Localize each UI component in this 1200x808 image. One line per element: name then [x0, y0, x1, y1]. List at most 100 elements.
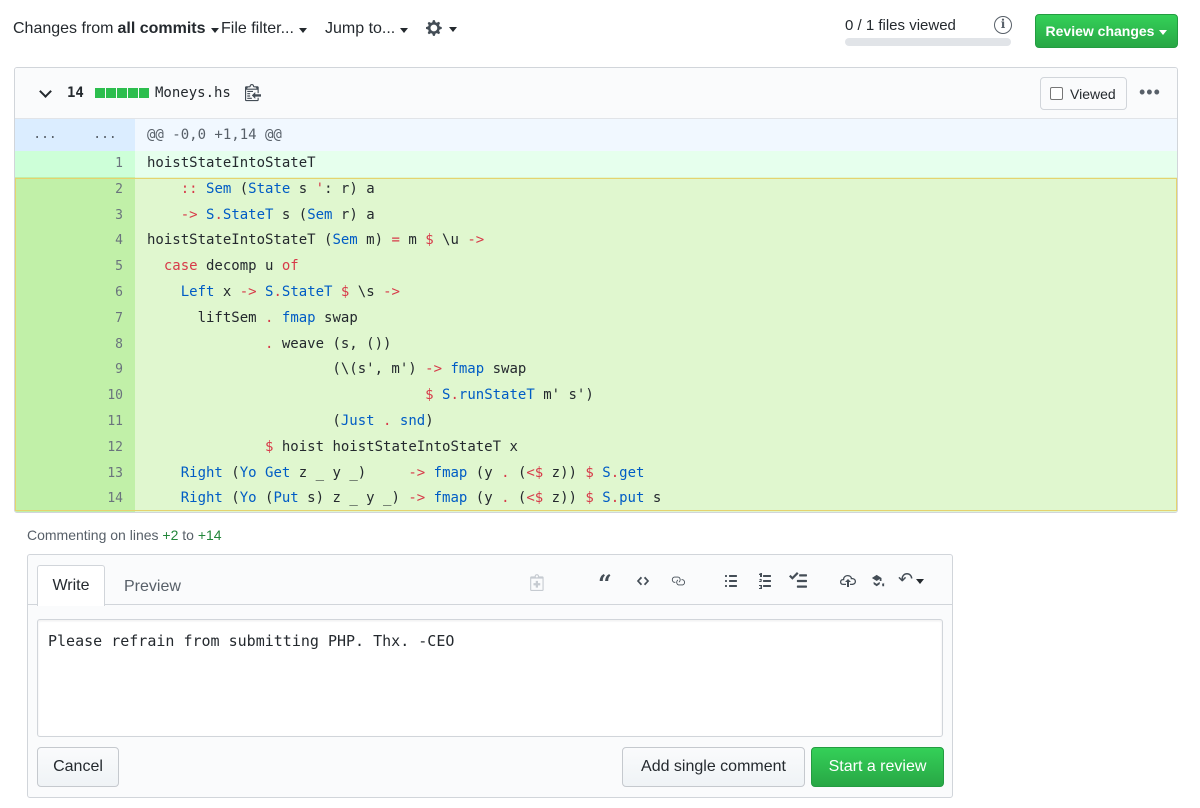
cancel-button[interactable]: Cancel: [37, 747, 119, 787]
diff-line-code: -> S.StateT s (Sem r) a: [135, 202, 1177, 229]
diff-line[interactable]: 9 (\(s', m') -> fmap swap: [15, 357, 1177, 384]
file-header: 14 Moneys.hs Viewed •••: [15, 68, 1177, 119]
old-line-number[interactable]: [15, 202, 75, 229]
review-changes-button[interactable]: Review changes: [1035, 14, 1178, 48]
old-line-number[interactable]: [15, 383, 75, 409]
viewed-checkbox[interactable]: [1050, 87, 1063, 100]
diff-line-code: hoistStateIntoStateT (Sem m) = m $ \u ->: [135, 228, 1177, 255]
old-line-number[interactable]: [15, 486, 75, 512]
old-line-number[interactable]: [15, 254, 75, 280]
commenting-from-line: +2: [162, 527, 179, 543]
expand-down-gutter[interactable]: ...: [75, 119, 135, 151]
info-icon[interactable]: i: [994, 16, 1012, 34]
new-line-number[interactable]: 11: [75, 408, 135, 435]
start-review-button[interactable]: Start a review: [811, 747, 944, 787]
diff-line[interactable]: 6 Left x -> S.StateT $ \s ->: [15, 279, 1177, 306]
insert-suggestion-icon[interactable]: [530, 573, 546, 591]
caret-down-icon: [210, 27, 219, 33]
new-line-number[interactable]: 4: [75, 228, 135, 255]
new-line-number[interactable]: 9: [75, 357, 135, 384]
diff-line[interactable]: 13 Right (Yo Get z _ y _) -> fmap (y . (…: [15, 460, 1177, 487]
new-line-number[interactable]: 5: [75, 254, 135, 280]
diff-line-code: Left x -> S.StateT $ \s ->: [135, 279, 1177, 306]
commenting-on-lines: Commenting on lines +2 to +14: [27, 527, 222, 543]
more-options-icon[interactable]: •••: [1139, 82, 1161, 103]
new-line-number[interactable]: 14: [75, 486, 135, 512]
expand-up-gutter[interactable]: ...: [15, 119, 75, 151]
new-line-number[interactable]: 2: [75, 176, 135, 203]
diff-line[interactable]: 10 $ S.runStateT m' s'): [15, 383, 1177, 409]
diff-line-code: :: Sem (State s ': r) a: [135, 176, 1177, 203]
bulleted-list-icon[interactable]: [722, 573, 740, 589]
tab-write[interactable]: Write: [37, 565, 105, 606]
diffstat-block: [128, 88, 138, 98]
diff-line[interactable]: 2 :: Sem (State s ': r) a: [15, 176, 1177, 203]
diff-line-code: (\(s', m') -> fmap swap: [135, 357, 1177, 384]
comment-textarea[interactable]: Please refrain from submitting PHP. Thx.…: [37, 619, 943, 737]
old-line-number[interactable]: [15, 279, 75, 306]
old-line-number[interactable]: [15, 151, 75, 177]
diffstat-bar: [95, 88, 149, 98]
changes-from-dropdown[interactable]: Changes from all commits: [13, 20, 219, 38]
file-filter-dropdown[interactable]: File filter...: [221, 20, 307, 38]
old-line-number[interactable]: [15, 176, 75, 203]
old-line-number[interactable]: [15, 305, 75, 332]
new-line-number[interactable]: 13: [75, 460, 135, 487]
pr-files-toolbar: Changes from all commits File filter... …: [0, 0, 1200, 62]
caret-down-icon: [400, 27, 409, 33]
diff-line[interactable]: 3 -> S.StateT s (Sem r) a: [15, 202, 1177, 229]
diff-line-code: case decomp u of: [135, 254, 1177, 280]
commenting-to-word: to: [182, 527, 194, 543]
diff-line[interactable]: 5 case decomp u of: [15, 254, 1177, 280]
file-name-link[interactable]: Moneys.hs: [155, 85, 231, 101]
jump-to-label: Jump to...: [325, 20, 396, 37]
diffstat-block: [139, 88, 149, 98]
new-line-number[interactable]: 8: [75, 331, 135, 358]
task-list-icon[interactable]: [788, 572, 808, 590]
new-line-number[interactable]: 6: [75, 279, 135, 306]
diff-line[interactable]: 14 Right (Yo (Put s) z _ y _) -> fmap (y…: [15, 486, 1177, 512]
diff-line-count: 14: [67, 85, 84, 101]
old-line-number[interactable]: [15, 331, 75, 358]
old-line-number[interactable]: [15, 357, 75, 384]
new-line-number[interactable]: 3: [75, 202, 135, 229]
quote-icon[interactable]: “: [598, 569, 612, 598]
settings-dropdown[interactable]: [426, 19, 457, 37]
new-line-number[interactable]: 7: [75, 305, 135, 332]
diff-line[interactable]: 8 . weave (s, ()): [15, 331, 1177, 358]
diff-line[interactable]: 11 (Just . snd): [15, 408, 1177, 435]
old-line-number[interactable]: [15, 408, 75, 435]
tab-preview[interactable]: Preview: [124, 578, 181, 596]
viewed-checkbox-button[interactable]: Viewed: [1040, 77, 1127, 110]
diff-line[interactable]: 12 $ hoist hoistStateIntoStateT x: [15, 434, 1177, 461]
code-icon[interactable]: [634, 574, 652, 588]
link-icon[interactable]: [668, 574, 688, 588]
diff-line-code: $ hoist hoistStateIntoStateT x: [135, 434, 1177, 461]
old-line-number[interactable]: [15, 460, 75, 487]
chevron-down-icon[interactable]: [39, 85, 52, 98]
comment-tabs: Write Preview “ ↶: [28, 555, 952, 606]
old-line-number[interactable]: [15, 228, 75, 255]
file-filter-label: File filter...: [221, 20, 294, 37]
add-single-comment-button[interactable]: Add single comment: [622, 747, 805, 787]
jump-to-dropdown[interactable]: Jump to...: [325, 20, 409, 38]
clipboard-icon[interactable]: [245, 82, 261, 102]
new-line-number[interactable]: 1: [75, 151, 135, 177]
old-line-number[interactable]: [15, 434, 75, 461]
upload-cloud-icon[interactable]: [838, 573, 858, 589]
diff-line[interactable]: 1 hoistStateIntoStateT: [15, 151, 1177, 177]
new-line-number[interactable]: 12: [75, 434, 135, 461]
new-line-number[interactable]: 10: [75, 383, 135, 409]
mention-icon[interactable]: [868, 574, 888, 588]
diff-line-code: $ S.runStateT m' s'): [135, 383, 1177, 409]
hunk-header-text: @@ -0,0 +1,14 @@: [135, 119, 1177, 151]
diff-line[interactable]: 4 hoistStateIntoStateT (Sem m) = m $ \u -…: [15, 228, 1177, 255]
changes-from-label: Changes from: [13, 20, 114, 37]
commenting-to-line: +14: [197, 527, 222, 543]
commenting-prefix: Commenting on lines: [27, 527, 159, 543]
viewed-label: Viewed: [1070, 85, 1116, 102]
numbered-list-icon[interactable]: [756, 573, 774, 589]
diff-line[interactable]: 7 liftSem . fmap swap: [15, 305, 1177, 332]
saved-replies-icon[interactable]: ↶: [898, 569, 925, 590]
changes-from-value: all commits: [117, 20, 206, 37]
